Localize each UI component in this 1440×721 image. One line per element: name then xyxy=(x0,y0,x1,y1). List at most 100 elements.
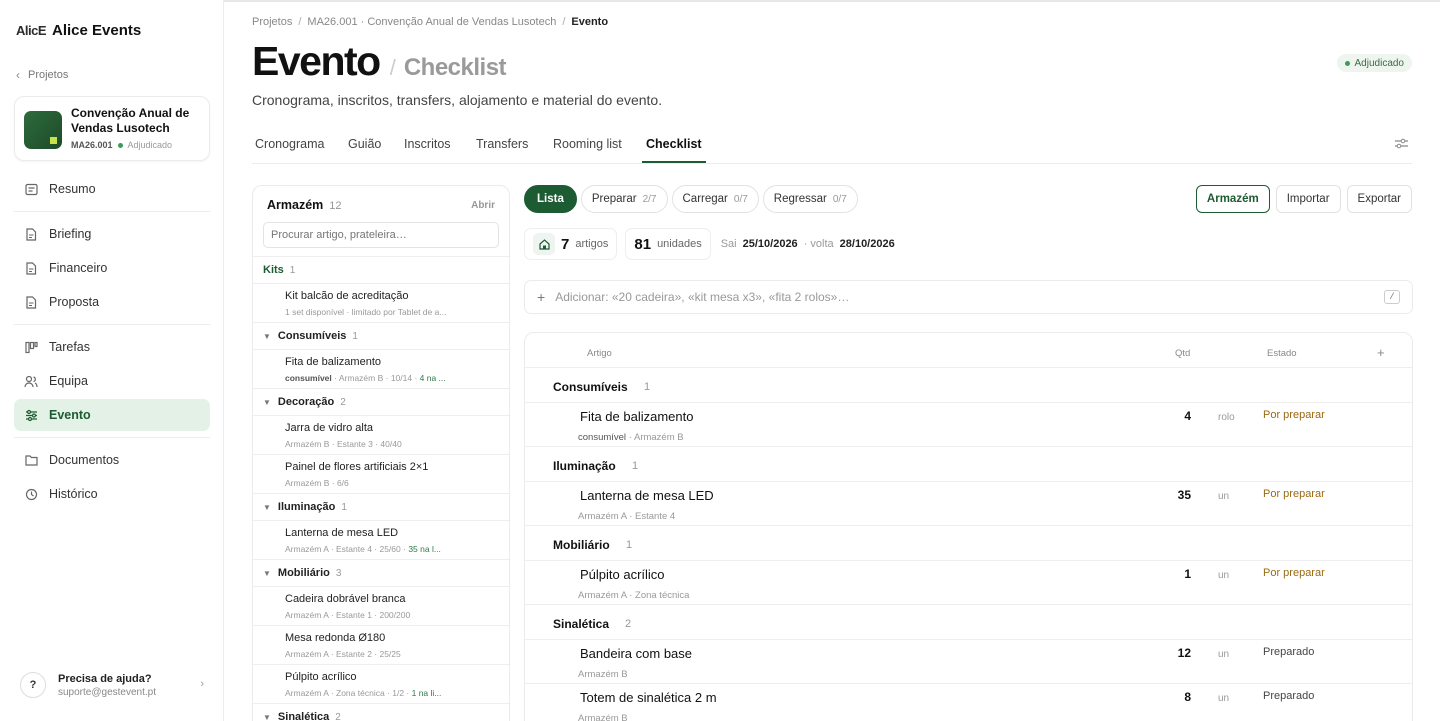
collapse-triangle-icon[interactable]: ▼ xyxy=(263,569,271,578)
list-item[interactable]: Painel de flores artificiais 2×1 Armazém … xyxy=(253,454,509,493)
category-count: 1 xyxy=(632,460,639,472)
settings-sliders-icon[interactable] xyxy=(1395,138,1408,152)
sidebar-item-equipa[interactable]: Equipa xyxy=(14,365,210,397)
export-button[interactable]: Exportar xyxy=(1346,185,1412,213)
kits-category[interactable]: Kits 1 xyxy=(253,256,509,283)
row-state[interactable]: Por preparar xyxy=(1263,567,1325,579)
table-row[interactable]: Totem de sinalética 2 m Armazém B 8 un Prepa… xyxy=(525,684,1412,721)
list-item[interactable]: Cadeira dobrável branca Armazém A · Estan… xyxy=(253,586,509,625)
warehouse-button[interactable]: Armazém xyxy=(1195,185,1270,213)
list-item[interactable]: Fita de balizamento consumível · Armazém … xyxy=(253,349,509,388)
page-title-sub: Checklist xyxy=(403,54,507,81)
item-name: Painel de flores artificiais 2×1 xyxy=(285,461,429,473)
filter-carregar[interactable]: Carregar 0/7 xyxy=(671,185,759,213)
warehouse-search-input[interactable] xyxy=(263,222,499,248)
filter-regressar[interactable]: Regressar 0/7 xyxy=(762,185,858,213)
category-row[interactable]: ▼ Iluminação 1 xyxy=(253,493,509,520)
row-qty[interactable]: 8 xyxy=(1155,690,1191,704)
sidebar-item-label: Tarefas xyxy=(49,340,90,354)
warehouse-list: Kits 1 Kit balcão de acreditação 1 set di… xyxy=(253,256,509,721)
collapse-triangle-icon[interactable]: ▼ xyxy=(263,332,271,341)
row-state[interactable]: Preparado xyxy=(1263,646,1314,658)
filter-label: Carregar xyxy=(682,193,728,205)
sidebar-item-historico[interactable]: Histórico xyxy=(14,478,210,510)
row-qty[interactable]: 12 xyxy=(1155,646,1191,660)
filter-label: Lista xyxy=(537,193,564,205)
sidebar-item-label: Equipa xyxy=(49,374,88,388)
tab-inscritos[interactable]: Inscritos xyxy=(404,137,451,151)
filter-count: 0/7 xyxy=(832,193,847,205)
units-count: 81 xyxy=(634,235,652,253)
row-state[interactable]: Preparado xyxy=(1263,690,1314,702)
filter-preparar[interactable]: Preparar 2/7 xyxy=(580,185,668,213)
table-row[interactable]: Fita de balizamento consumível · Armazém … xyxy=(525,403,1412,447)
tab-rooming-list[interactable]: Rooming list xyxy=(553,137,622,151)
brand[interactable]: AlicE Alice Events xyxy=(16,22,141,39)
table-row[interactable]: Lanterna de mesa LED Armazém A · Estante … xyxy=(525,482,1412,526)
item-name: Fita de balizamento xyxy=(285,356,381,368)
list-item[interactable]: Jarra de vidro alta Armazém B · Estante 3… xyxy=(253,415,509,454)
category-row[interactable]: ▼ Consumíveis 1 xyxy=(253,322,509,349)
out-label: Sai xyxy=(720,238,737,250)
users-icon xyxy=(24,374,38,388)
help-box[interactable]: ? Precisa de ajuda? suporte@gestevent.pt… xyxy=(14,664,210,706)
row-qty[interactable]: 4 xyxy=(1155,409,1191,423)
row-state[interactable]: Por preparar xyxy=(1263,488,1325,500)
table-row[interactable]: Bandeira com base Armazém B 12 un Preparado xyxy=(525,640,1412,684)
sidebar-item-proposta[interactable]: Proposta xyxy=(14,286,210,318)
filter-count: 0/7 xyxy=(733,193,748,205)
sidebar-item-evento[interactable]: Evento xyxy=(14,399,210,431)
row-meta: consumível · Armazém B xyxy=(578,432,684,443)
tab-guiao[interactable]: Guião xyxy=(348,137,381,151)
category-row[interactable]: ▼ Mobiliário 3 xyxy=(253,559,509,586)
row-state[interactable]: Por preparar xyxy=(1263,409,1325,421)
row-location: Armazém B xyxy=(578,669,628,680)
row-meta: Armazém A · Zona técnica xyxy=(578,590,689,601)
back-to-projects[interactable]: ‹ Projetos xyxy=(16,68,68,82)
item-name: Púlpito acrílico xyxy=(285,671,357,683)
collapse-triangle-icon[interactable]: ▼ xyxy=(263,713,271,721)
sidebar-item-label: Documentos xyxy=(49,453,120,467)
item-name: Cadeira dobrável branca xyxy=(285,593,406,605)
project-title: Convenção Anual de Vendas Lusotech xyxy=(71,106,190,135)
warehouse-icon xyxy=(533,233,555,255)
sidebar-item-resumo[interactable]: Resumo xyxy=(14,173,210,205)
quick-add-input[interactable]: + Adicionar: «20 cadeira», «kit mesa x3»… xyxy=(524,280,1413,314)
project-status: Adjudicado xyxy=(127,140,173,150)
sidebar-item-financeiro[interactable]: Financeiro xyxy=(14,252,210,284)
sidebar-item-documentos[interactable]: Documentos xyxy=(14,444,210,476)
category-count: 1 xyxy=(352,330,358,342)
list-item[interactable]: Kit balcão de acreditação 1 set disponív… xyxy=(253,283,509,322)
tab-checklist[interactable]: Checklist xyxy=(642,137,706,163)
sidebar-item-briefing[interactable]: Briefing xyxy=(14,218,210,250)
list-item[interactable]: Lanterna de mesa LED Armazém A · Estante … xyxy=(253,520,509,559)
item-location: Armazém B · Estante 3 · 40/40 xyxy=(285,439,402,449)
category-row[interactable]: ▼ Decoração 2 xyxy=(253,388,509,415)
sidebar-item-tarefas[interactable]: Tarefas xyxy=(14,331,210,363)
shortcut-key: / xyxy=(1384,290,1400,304)
category-row[interactable]: ▼ Sinalética 2 xyxy=(253,703,509,721)
import-button[interactable]: Importar xyxy=(1275,185,1341,213)
project-card[interactable]: Convenção Anual de Vendas Lusotech MA26.… xyxy=(14,96,210,161)
breadcrumb-project[interactable]: MA26.001 · Convenção Anual de Vendas Lus… xyxy=(307,16,556,28)
warehouse-panel: Armazém12 Abrir Kits1 Kit balcão de acre… xyxy=(252,185,510,721)
collapse-triangle-icon[interactable]: ▼ xyxy=(263,503,271,512)
item-name: Mesa redonda Ø180 xyxy=(285,632,386,644)
breadcrumb-projects[interactable]: Projetos xyxy=(252,16,292,28)
collapse-triangle-icon[interactable]: ▼ xyxy=(263,398,271,407)
list-item[interactable]: Mesa redonda Ø180 Armazém A · Estante 2 ·… xyxy=(253,625,509,664)
category-count: 1 xyxy=(341,501,347,513)
add-column-button[interactable]: + xyxy=(1377,345,1385,360)
item-location: Armazém A · Estante 2 · 25/25 xyxy=(285,649,401,659)
row-qty[interactable]: 35 xyxy=(1155,488,1191,502)
tab-transfers[interactable]: Transfers xyxy=(476,137,528,151)
units-stat: 81 unidades xyxy=(625,228,711,260)
list-item[interactable]: Púlpito acrílico Armazém A · Zona técnica… xyxy=(253,664,509,703)
tab-cronograma[interactable]: Cronograma xyxy=(255,137,324,151)
warehouse-open-button[interactable]: Abrir xyxy=(471,200,495,211)
history-icon xyxy=(24,487,38,501)
filter-lista[interactable]: Lista xyxy=(524,185,577,213)
row-qty[interactable]: 1 xyxy=(1155,567,1191,581)
category-count: 3 xyxy=(335,567,342,579)
table-row[interactable]: Púlpito acrílico Armazém A · Zona técnica… xyxy=(525,561,1412,605)
